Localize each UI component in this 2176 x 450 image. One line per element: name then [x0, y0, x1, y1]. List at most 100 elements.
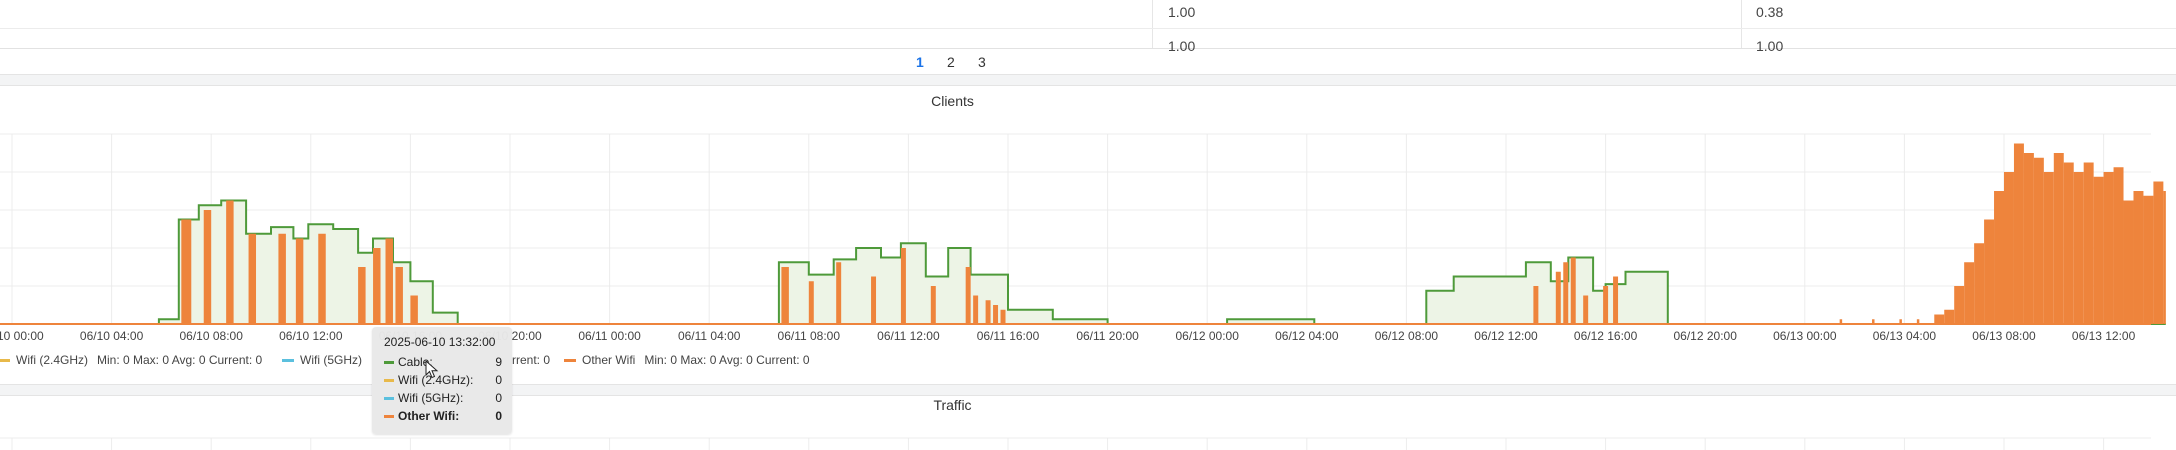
tooltip-swatch	[384, 396, 394, 400]
series-other-wifi-bar	[2053, 153, 2064, 324]
legend-swatch	[564, 358, 576, 362]
tooltip-row-wifi-24: Wifi (2.4GHz): 0	[384, 373, 502, 387]
series-other-wifi-bar	[1533, 286, 1539, 324]
tooltip-swatch	[384, 414, 394, 418]
series-other-wifi-bar	[1583, 295, 1589, 324]
series-other-wifi-bar	[2133, 191, 2144, 324]
series-other-wifi-bar	[965, 267, 971, 324]
series-other-wifi-bar	[181, 219, 192, 324]
series-other-wifi-bar	[385, 238, 393, 324]
series-other-wifi-bar	[2013, 143, 2024, 324]
clients-panel-title: Clients	[931, 93, 974, 109]
series-other-wifi-bar	[2004, 172, 2014, 324]
series-other-wifi-bar	[1964, 262, 1975, 324]
panel-separator	[0, 74, 2176, 86]
series-other-wifi-bar	[2043, 172, 2054, 324]
traffic-panel-title: Traffic	[933, 397, 972, 413]
legend-item-partial: rrent: 0	[512, 353, 550, 367]
legend-stats: rrent: 0	[512, 353, 551, 367]
tooltip-row-cable: Cable: 9	[384, 355, 502, 369]
legend-label: Wifi (5GHz)	[300, 353, 362, 367]
traffic-chart-grid	[0, 437, 2151, 450]
x-tick-label: 06/10 12:00	[279, 329, 343, 343]
x-tick-label: 06/13 04:00	[1873, 329, 1937, 343]
tooltip-value: 0	[495, 391, 502, 405]
series-other-wifi-bar	[2073, 172, 2084, 324]
tooltip-value: 0	[495, 373, 502, 387]
panel-separator	[0, 384, 2176, 396]
series-other-wifi-bar	[2033, 157, 2044, 324]
series-other-wifi-bar	[410, 295, 418, 324]
legend-label: Other Wifi	[582, 353, 636, 367]
x-tick-label: 06/13 08:00	[1972, 329, 2036, 343]
series-other-wifi-bar	[1934, 314, 1945, 324]
series-other-wifi-bar	[985, 300, 991, 324]
traffic-chart[interactable]	[0, 432, 2176, 450]
series-other-wifi-bar	[1613, 276, 1619, 324]
x-tick-label: 06/12 20:00	[1673, 329, 1737, 343]
series-other-wifi-bar	[993, 305, 999, 324]
legend-item-wifi-5[interactable]: Wifi (5GHz)	[282, 353, 362, 367]
column-divider	[1152, 0, 1153, 48]
x-tick-label: 06/12 04:00	[1275, 329, 1339, 343]
series-other-wifi-bar	[2153, 181, 2164, 324]
tooltip-swatch	[384, 360, 394, 364]
tooltip-value: 0	[495, 409, 502, 423]
series-other-wifi-bar	[1555, 271, 1561, 324]
tooltip-label: Wifi (5GHz):	[398, 391, 464, 405]
legend-item-other-wifi[interactable]: Other Wifi Min: 0 Max: 0 Avg: 0 Current:…	[564, 353, 810, 367]
tooltip-row-other-wifi: Other Wifi: 0	[384, 409, 502, 423]
table-cell: 1.00	[1756, 38, 1784, 54]
x-tick-label: 06/13 00:00	[1773, 329, 1837, 343]
tooltip-label: Wifi (2.4GHz):	[398, 373, 474, 387]
legend-label: Wifi (2.4GHz)	[16, 353, 88, 367]
series-other-wifi-bar	[358, 267, 366, 324]
series-other-wifi-bar	[318, 233, 326, 324]
page-link-2[interactable]: 2	[947, 54, 955, 70]
x-tick-label: 06/12 08:00	[1375, 329, 1439, 343]
tooltip-label: Other Wifi:	[398, 409, 460, 423]
x-tick-label: 06/11 20:00	[1076, 329, 1139, 343]
series-other-wifi-bar	[2113, 167, 2124, 324]
series-other-wifi-bar	[295, 238, 304, 324]
series-other-wifi-bar	[900, 248, 906, 324]
series-other-wifi-bar	[1994, 191, 2004, 324]
series-other-wifi-bar	[248, 233, 257, 324]
series-other-wifi-bar	[1984, 219, 1995, 324]
series-other-wifi-bar	[2083, 162, 2094, 324]
series-other-wifi-bar	[2063, 162, 2074, 324]
series-cable-fill	[158, 200, 2166, 324]
series-other-wifi-bar	[2163, 191, 2166, 324]
x-axis-ticks: 06/10 00:00 06/10 04:00 06/10 08:00 06/10 1…	[0, 329, 2136, 343]
series-other-wifi-bar	[2123, 200, 2134, 324]
series-other-wifi-bar	[1570, 257, 1576, 324]
legend-swatch	[0, 358, 10, 362]
x-tick-label: 06/11 00:00	[578, 329, 641, 343]
x-tick-label: 06/11 16:00	[977, 329, 1040, 343]
x-tick-label: 06/10 04:00	[80, 329, 144, 343]
series-other-wifi-bar	[2093, 176, 2104, 324]
legend-stats: Min: 0 Max: 0 Avg: 0 Current: 0	[644, 353, 810, 367]
x-tick-label: 06/12 16:00	[1574, 329, 1638, 343]
series-other-wifi-bar	[973, 295, 979, 324]
series-other-wifi-bar	[2143, 195, 2154, 324]
x-tick-label: 06/10 00:00	[0, 329, 44, 343]
tooltip-swatch	[384, 378, 394, 382]
row-divider	[0, 28, 2176, 29]
table-cell: 0.38	[1756, 4, 1784, 20]
legend-swatch	[282, 358, 294, 362]
page-link-3[interactable]: 3	[978, 54, 986, 70]
page-link-1[interactable]: 1	[916, 54, 924, 70]
x-tick-label: 06/11 04:00	[678, 329, 741, 343]
x-tick-label: 06/13 12:00	[2072, 329, 2136, 343]
clients-chart[interactable]: 06/10 00:00 06/10 04:00 06/10 08:00 06/10 1…	[0, 120, 2176, 345]
series-other-wifi-bar	[1944, 309, 1955, 324]
table-cell: 1.00	[1168, 4, 1196, 20]
legend-item-wifi-24[interactable]: Wifi (2.4GHz) Min: 0 Max: 0 Avg: 0 Curre…	[0, 353, 262, 367]
series-other-wifi-bar	[373, 248, 381, 324]
tooltip-value: 9	[495, 355, 502, 369]
tooltip-timestamp: 2025-06-10 13:32:00	[384, 335, 496, 349]
series-other-wifi-bar	[808, 281, 814, 324]
series-other-wifi-bar	[395, 267, 403, 324]
series-other-wifi-bar	[836, 262, 842, 324]
